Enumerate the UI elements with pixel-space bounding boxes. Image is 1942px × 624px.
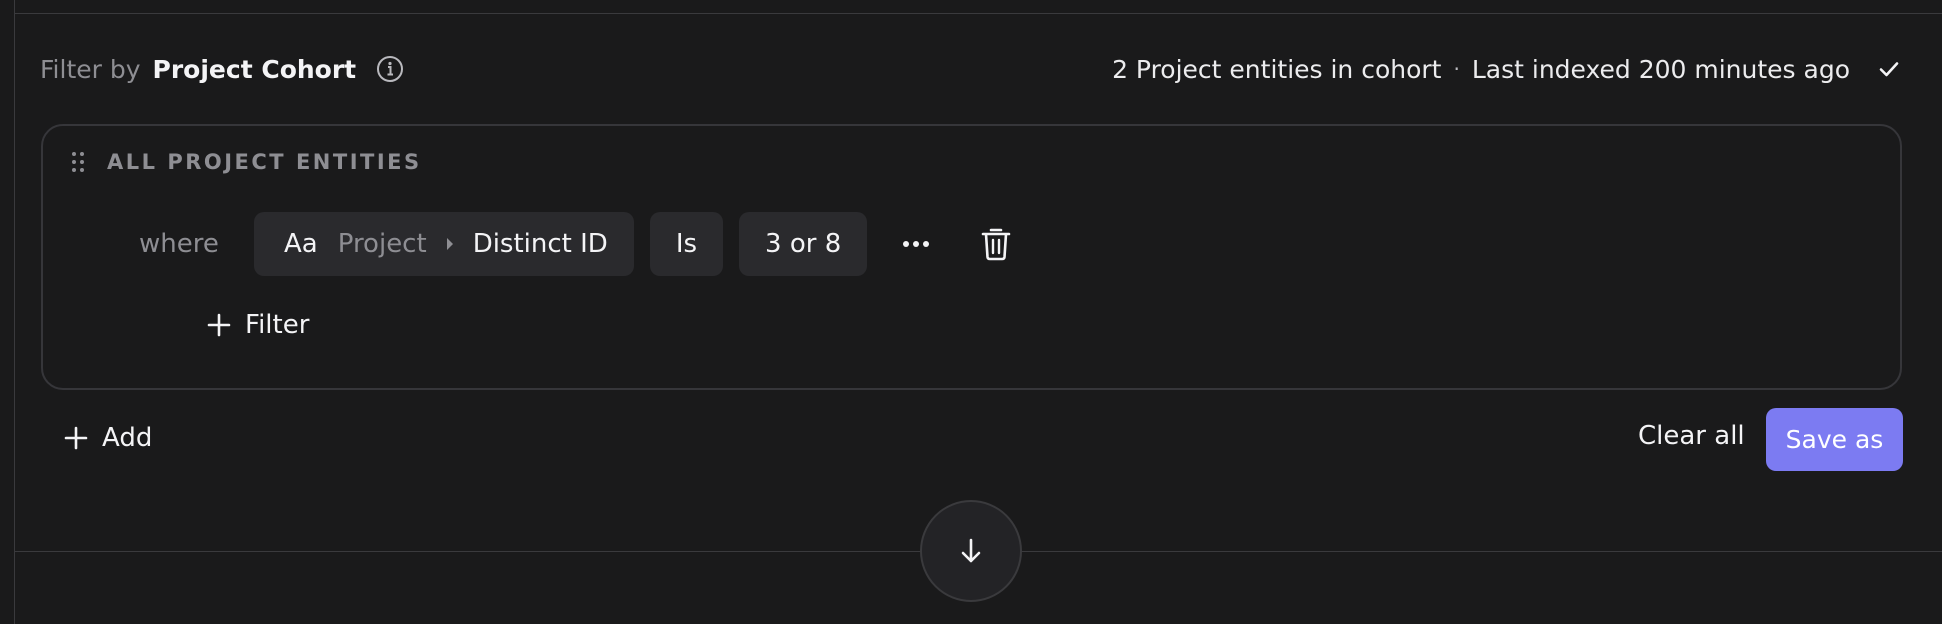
save-as-button[interactable]: Save as <box>1766 408 1903 471</box>
property-path-parent: Project <box>337 229 427 259</box>
entity-count-text: 2 Project entities in cohort <box>1112 54 1442 84</box>
property-selector[interactable]: Aa Project Distinct ID <box>254 212 634 276</box>
status-separator: · <box>1453 57 1460 81</box>
add-group-button[interactable]: Add <box>64 423 152 453</box>
check-icon <box>1876 56 1902 82</box>
plus-icon <box>207 313 231 337</box>
value-selector[interactable]: 3 or 8 <box>739 212 868 276</box>
caret-right-icon <box>445 236 455 252</box>
filter-by-label: Filter by <box>40 54 141 84</box>
divider-top <box>14 13 1942 14</box>
plus-icon <box>64 426 88 450</box>
scroll-down-button[interactable] <box>920 500 1022 602</box>
trash-icon[interactable] <box>979 226 1013 262</box>
filter-header: Filter by Project Cohort 2 Project entit… <box>40 44 1902 94</box>
arrow-down-icon <box>958 536 984 566</box>
filter-header-left: Filter by Project Cohort <box>40 55 404 84</box>
drag-handle-icon[interactable] <box>71 151 85 173</box>
cohort-name[interactable]: Project Cohort <box>153 55 357 84</box>
index-status: 2 Project entities in cohort · Last inde… <box>1112 55 1902 84</box>
cohort-filter-page: Filter by Project Cohort 2 Project entit… <box>0 0 1942 624</box>
filter-row: where Aa Project Distinct ID Is 3 or 8 <box>139 212 1013 276</box>
add-label: Add <box>102 423 153 453</box>
clear-all-button[interactable]: Clear all <box>1638 421 1745 451</box>
indexed-text: Last indexed 200 minutes ago <box>1471 54 1850 84</box>
info-icon[interactable] <box>376 55 404 83</box>
text-type-icon: Aa <box>284 229 318 259</box>
operator-selector[interactable]: Is <box>649 212 724 276</box>
group-title: ALL PROJECT ENTITIES <box>107 150 422 174</box>
filter-group: ALL PROJECT ENTITIES where Aa Project Di… <box>41 124 1902 390</box>
add-filter-button[interactable]: Filter <box>207 310 309 340</box>
where-label: where <box>139 229 219 259</box>
property-name: Distinct ID <box>472 229 608 259</box>
more-icon[interactable] <box>899 227 933 261</box>
add-filter-label: Filter <box>245 310 310 340</box>
divider-left <box>14 0 15 624</box>
group-header: ALL PROJECT ENTITIES <box>71 150 422 174</box>
